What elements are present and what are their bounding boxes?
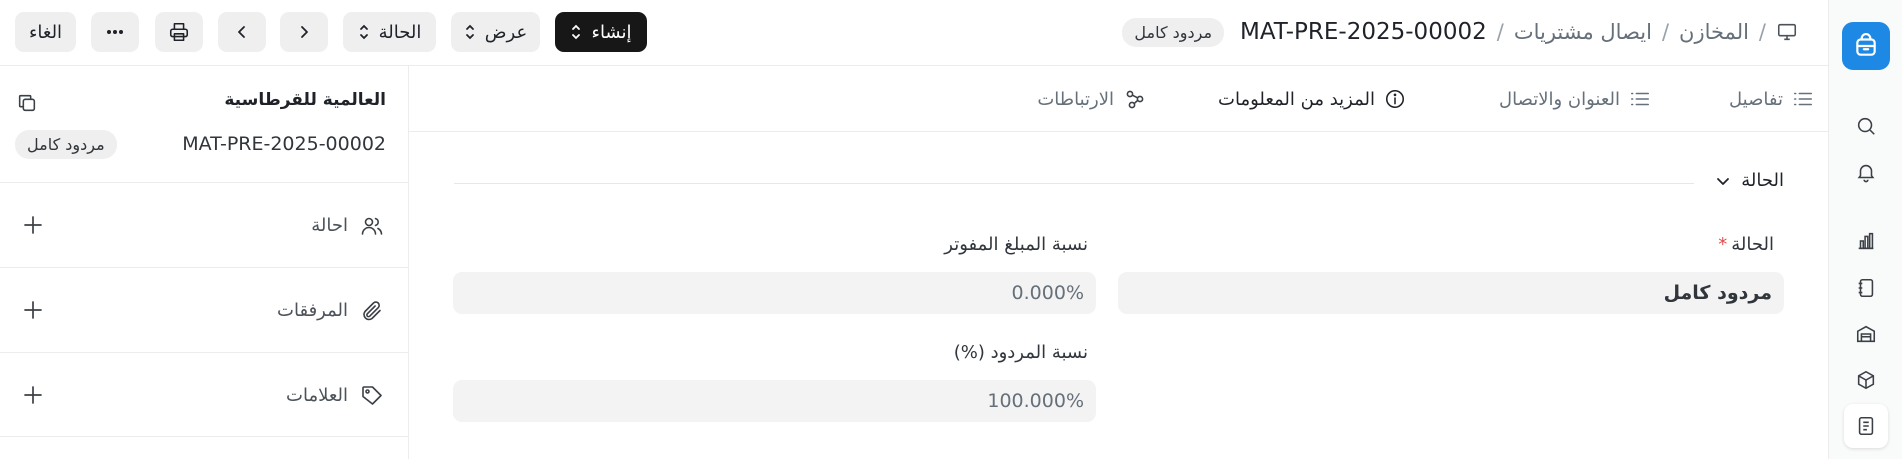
- tab-details[interactable]: تفاصيل: [1729, 66, 1814, 132]
- box-icon[interactable]: [1854, 368, 1878, 392]
- printer-icon: [168, 21, 190, 43]
- sidebar-doc-id: MAT-PRE-2025-00002: [182, 133, 386, 155]
- returned-percent-label: نسبة المردود (%): [953, 342, 1088, 363]
- status-field-label: الحالة*: [1718, 234, 1774, 255]
- users-icon: [360, 214, 384, 238]
- updown-chevron-icon: [464, 23, 476, 41]
- status-field[interactable]: مردود كامل: [1118, 272, 1784, 314]
- section-title: الحالة: [1741, 170, 1784, 191]
- supplier-name: العالمية للقرطاسية: [224, 90, 386, 110]
- attachments-link[interactable]: المرفقات: [277, 268, 384, 353]
- status-field-label-text: الحالة: [1731, 234, 1774, 255]
- chevron-right-icon: [296, 24, 312, 40]
- app-sidebar-rail: [1828, 0, 1902, 459]
- breadcrumb: / المخازن / ايصال مشتريات / MAT-PRE-2025…: [1122, 0, 1798, 64]
- breadcrumb-separator: /: [1496, 20, 1504, 44]
- sidebar-row-tags: العلامات: [0, 352, 408, 437]
- list-icon: [1792, 88, 1814, 110]
- tags-label: العلامات: [286, 385, 348, 406]
- billed-percent-label: نسبة المبلغ المفوتر: [944, 234, 1088, 255]
- chevron-left-icon: [234, 24, 250, 40]
- breadcrumb-doctype[interactable]: ايصال مشتريات: [1514, 20, 1652, 44]
- add-attachment-button[interactable]: [22, 299, 44, 321]
- previous-button[interactable]: [218, 12, 266, 52]
- warehouse-icon[interactable]: [1854, 322, 1878, 346]
- section-toggle-status[interactable]: الحالة: [1714, 170, 1784, 191]
- chevron-down-icon: [1714, 172, 1732, 190]
- cancel-button[interactable]: الغاء: [15, 12, 76, 52]
- paperclip-icon: [360, 299, 384, 323]
- billed-percent-field[interactable]: 0.000%: [453, 272, 1096, 314]
- app-logo-icon[interactable]: [1842, 22, 1890, 70]
- desktop-icon[interactable]: [1776, 21, 1798, 43]
- updown-chevron-icon: [570, 23, 582, 41]
- tab-address-contact-label: العنوان والاتصال: [1499, 88, 1620, 110]
- tab-more-info-label: المزيد من المعلومات: [1218, 88, 1375, 110]
- receipt-icon[interactable]: [1844, 404, 1888, 448]
- tag-icon: [360, 384, 384, 408]
- status-button[interactable]: الحالة: [343, 12, 436, 52]
- tab-more-info[interactable]: المزيد من المعلومات: [1218, 66, 1406, 132]
- tab-connections-label: الارتباطات: [1037, 88, 1114, 110]
- assign-link[interactable]: احالة: [311, 183, 384, 268]
- connections-icon: [1123, 87, 1147, 111]
- print-button[interactable]: [155, 12, 203, 52]
- tags-link[interactable]: العلامات: [286, 353, 384, 438]
- list-icon: [1629, 88, 1651, 110]
- more-actions-button[interactable]: [91, 12, 139, 52]
- required-asterisk: *: [1718, 234, 1728, 255]
- attachments-label: المرفقات: [277, 300, 348, 321]
- top-bar: / المخازن / ايصال مشتريات / MAT-PRE-2025…: [0, 0, 1828, 66]
- ellipsis-icon: [106, 29, 124, 35]
- tab-details-label: تفاصيل: [1729, 88, 1783, 110]
- sidebar-row-attachments: المرفقات: [0, 267, 408, 352]
- updown-chevron-icon: [358, 23, 370, 41]
- notebook-icon[interactable]: [1854, 276, 1878, 300]
- add-tag-button[interactable]: [22, 384, 44, 406]
- view-button-label: عرض: [484, 21, 528, 43]
- status-badge: مردود كامل: [1122, 17, 1225, 47]
- document-sidebar: العالمية للقرطاسية MAT-PRE-2025-00002 مر…: [0, 66, 409, 459]
- page-title: MAT-PRE-2025-00002: [1240, 19, 1487, 45]
- section-divider: [454, 183, 1694, 184]
- create-button[interactable]: إنشاء: [555, 12, 647, 52]
- next-button[interactable]: [280, 12, 328, 52]
- sidebar-row-assign: احالة: [0, 182, 408, 267]
- info-icon: [1384, 88, 1406, 110]
- cancel-button-label: الغاء: [28, 21, 63, 43]
- bell-icon[interactable]: [1854, 160, 1878, 184]
- add-assign-button[interactable]: [22, 214, 44, 236]
- view-button[interactable]: عرض: [451, 12, 540, 52]
- breadcrumb-module[interactable]: المخازن: [1679, 20, 1749, 44]
- bar-chart-icon[interactable]: [1854, 229, 1878, 253]
- create-button-label: إنشاء: [591, 21, 632, 43]
- returned-percent-field[interactable]: 100.000%: [453, 380, 1096, 422]
- breadcrumb-separator: /: [1758, 20, 1766, 44]
- copy-icon[interactable]: [16, 92, 38, 114]
- form-tabs: تفاصيل العنوان والاتصال المزيد من المعلو…: [409, 66, 1828, 132]
- assign-label: احالة: [311, 215, 348, 236]
- search-icon[interactable]: [1854, 114, 1878, 138]
- breadcrumb-separator: /: [1661, 20, 1670, 44]
- status-button-label: الحالة: [378, 21, 422, 43]
- tab-connections[interactable]: الارتباطات: [1037, 66, 1147, 132]
- sidebar-status-badge: مردود كامل: [15, 130, 117, 159]
- tab-address-contact[interactable]: العنوان والاتصال: [1499, 66, 1651, 132]
